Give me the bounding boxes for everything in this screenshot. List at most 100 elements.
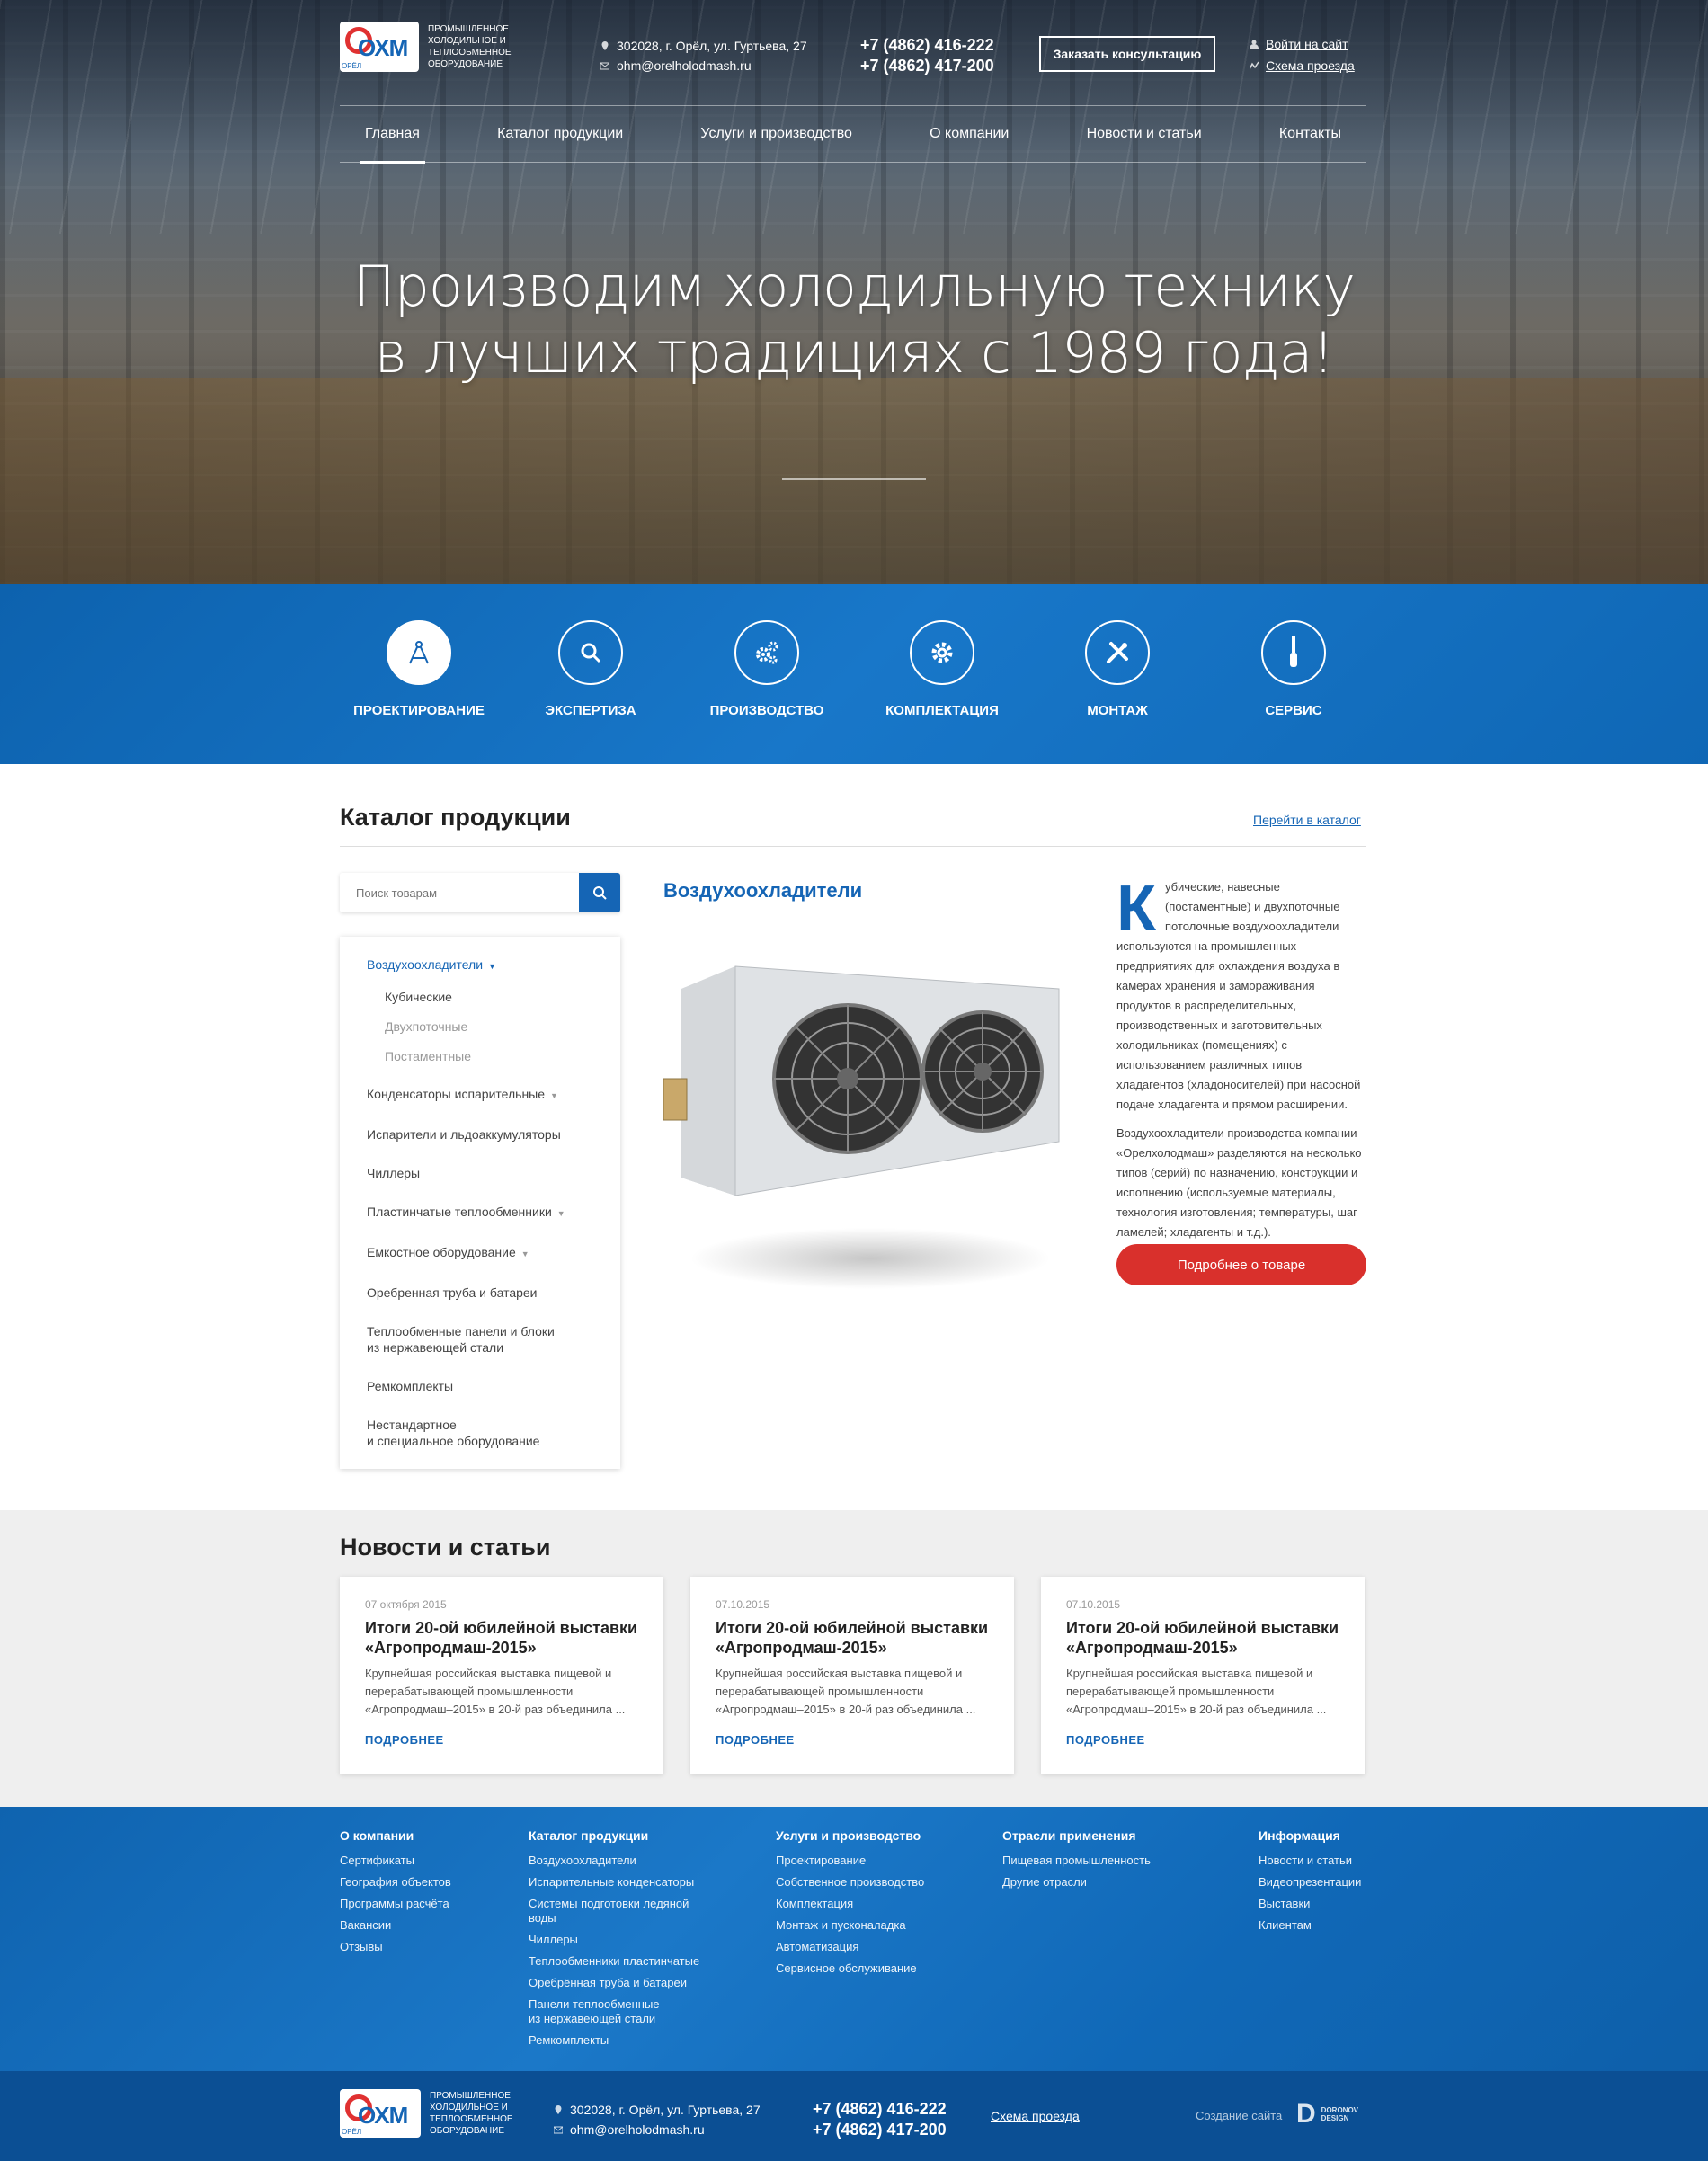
footer-link[interactable]: Монтаж и пусконаладка (776, 1918, 974, 1933)
search-button[interactable] (579, 873, 620, 912)
service-design[interactable]: Проектирование (342, 620, 495, 718)
designer-logo[interactable]: D DORONOV DESIGN (1296, 2101, 1358, 2128)
news-more-link[interactable]: ПОДРОБНЕЕ (716, 1733, 989, 1747)
nav-item-contacts[interactable]: Контакты (1279, 105, 1341, 163)
footer-link[interactable]: Теплообменники пластинчатые (529, 1954, 717, 1969)
sidebar-item-plate-exchangers[interactable]: Пластинчатые теплообменники ▼ (367, 1204, 620, 1222)
compass-icon (387, 620, 451, 685)
footer-link[interactable]: Испарительные конденсаторы (529, 1875, 717, 1890)
sidebar-item-finned-pipe[interactable]: Оребренная труба и батареи (367, 1285, 620, 1301)
footer-scheme-link[interactable]: Схема проезда (991, 2109, 1080, 2123)
footer-link[interactable]: Новости и статьи (1259, 1854, 1375, 1868)
news-headline[interactable]: Итоги 20-ой юбилейной выставки «Агропрод… (365, 1618, 638, 1658)
footer-link[interactable]: Программы расчёта (340, 1897, 502, 1911)
sidebar-item-air-coolers[interactable]: Воздухоохладители ▼ (367, 956, 620, 974)
news-card[interactable]: 07.10.2015 Итоги 20-ой юбилейной выставк… (1041, 1577, 1365, 1774)
footer-col-info: Информация Новости и статьи Видеопрезент… (1259, 1828, 1375, 1940)
footer-phones: +7 (4862) 416-222 +7 (4862) 417-200 (813, 2099, 947, 2140)
hero-title-line1: Производим холодильную технику (352, 253, 1356, 319)
sidebar-item-label: Конденсаторы испарительные (367, 1087, 546, 1101)
logo-mark: ОХМ ОРЁЛ (340, 22, 419, 72)
news-more-link[interactable]: ПОДРОБНЕЕ (1066, 1733, 1339, 1747)
footer-link[interactable]: Ремкомплекты (529, 2033, 717, 2048)
nav-item-news[interactable]: Новости и статьи (1087, 105, 1202, 163)
product-details-button[interactable]: Подробнее о товаре (1116, 1244, 1366, 1285)
footer-col-title: Отрасли применения (1002, 1828, 1136, 1843)
footer-link[interactable]: Клиентам (1259, 1918, 1375, 1933)
footer-email-link[interactable]: ohm@orelholodmash.ru (570, 2120, 705, 2139)
logo[interactable]: ОХМ ОРЁЛ Промышленное холодильное и тепл… (340, 22, 518, 72)
sidebar-item-condensers[interactable]: Конденсаторы испарительные ▼ (367, 1086, 620, 1104)
news-card[interactable]: 07 октября 2015 Итоги 20-ой юбилейной вы… (340, 1577, 663, 1774)
news-headline[interactable]: Итоги 20-ой юбилейной выставки «Агропрод… (1066, 1618, 1339, 1658)
login-link[interactable]: Войти на сайт (1266, 33, 1348, 55)
sidebar-item-panels[interactable]: Теплообменные панели и блоки из нержавеющ… (367, 1323, 620, 1356)
nav-item-services[interactable]: Услуги и производство (700, 105, 852, 163)
location-icon (555, 2105, 562, 2114)
footer-link[interactable]: Сервисное обслуживание (776, 1961, 974, 1976)
footer-link[interactable]: Проектирование (776, 1854, 974, 1868)
map-icon (1250, 61, 1259, 70)
footer-link[interactable]: Сертификаты (340, 1854, 502, 1868)
news-headline[interactable]: Итоги 20-ой юбилейной выставки «Агропрод… (716, 1618, 989, 1658)
sidebar-item-repair-kits[interactable]: Ремкомплекты (367, 1378, 620, 1394)
sidebar-item-custom[interactable]: Нестандартное и специальное оборудование (367, 1417, 620, 1449)
footer-link[interactable]: Воздухоохладители (529, 1854, 717, 1868)
service-production[interactable]: Производство (690, 620, 843, 718)
footer-phone-2[interactable]: +7 (4862) 417-200 (813, 2120, 947, 2140)
sidebar-item-chillers[interactable]: Чиллеры (367, 1165, 620, 1181)
footer-col-industries: Отрасли применения Пищевая промышленност… (1002, 1828, 1200, 1897)
header-phone-2[interactable]: +7 (4862) 417-200 (860, 56, 994, 76)
description-paragraph-2: Воздухоохладители производства компании … (1116, 1126, 1362, 1239)
news-excerpt: Крупнейшая российская выставка пищевой и… (1066, 1667, 1327, 1716)
nav-item-catalog[interactable]: Каталог продукции (497, 105, 623, 163)
footer-link[interactable]: Панели теплообменные из нержавеющей стал… (529, 1997, 663, 2026)
footer-link[interactable]: География объектов (340, 1875, 502, 1890)
header-address: 302028, г. Орёл, ул. Гуртьева, 27 (617, 39, 807, 53)
nav-item-home[interactable]: Главная (360, 105, 425, 164)
service-label: Проектирование (353, 703, 485, 718)
hero-floor (0, 378, 1708, 584)
sidebar-item-evaporators[interactable]: Испарители и льдоаккумуляторы (367, 1126, 620, 1143)
service-support[interactable]: Сервис (1217, 620, 1370, 718)
footer-link[interactable]: Отзывы (340, 1940, 502, 1954)
footer-link[interactable]: Автоматизация (776, 1940, 974, 1954)
footer-logo[interactable]: ОХМ ОРЁЛ Промышленное холодильное и тепл… (340, 2089, 520, 2138)
footer-link[interactable]: Комплектация (776, 1897, 974, 1911)
nav-item-about[interactable]: О компании (930, 105, 1009, 163)
footer-link[interactable]: Пищевая промышленность (1002, 1854, 1200, 1868)
sidebar-subitem-dual-flow[interactable]: Двухпоточные (385, 1018, 620, 1035)
footer-col-title: О компании (340, 1828, 414, 1843)
footer-link[interactable]: Системы подготовки ледяной воды (529, 1897, 699, 1925)
consult-button[interactable]: Заказать консультацию (1039, 36, 1215, 72)
sidebar-subitem-cubic[interactable]: Кубические (385, 989, 620, 1005)
sidebar-item-label: и специальное оборудование (367, 1434, 540, 1448)
product-search-input[interactable] (340, 873, 579, 912)
header-email-link[interactable]: ohm@orelholodmash.ru (617, 56, 752, 76)
service-expertise[interactable]: Экспертиза (514, 620, 667, 718)
hero-title-line2: в лучших традициях с 1989 года! (374, 320, 1335, 386)
footer-link[interactable]: Выставки (1259, 1897, 1375, 1911)
drop-cap: К (1116, 873, 1156, 945)
footer-link[interactable]: Оребрённая труба и батареи (529, 1976, 717, 1990)
mail-icon (600, 62, 609, 70)
footer-link[interactable]: Видеопрезентации (1259, 1875, 1375, 1890)
scheme-link[interactable]: Схема проезда (1266, 55, 1355, 76)
service-equipment[interactable]: Комплектация (866, 620, 1019, 718)
footer-link[interactable]: Собственное производство (776, 1875, 974, 1890)
location-icon (601, 41, 609, 50)
sidebar-subitem-pedestal[interactable]: Постаментные (385, 1048, 620, 1064)
header-phone-1[interactable]: +7 (4862) 416-222 (860, 35, 994, 56)
go-to-catalog-link[interactable]: Перейти в каталог (1253, 813, 1361, 827)
sidebar-item-label: Емкостное оборудование (367, 1245, 516, 1259)
footer-link[interactable]: Чиллеры (529, 1933, 717, 1947)
sidebar-item-tanks[interactable]: Емкостное оборудование ▼ (367, 1244, 620, 1262)
footer-link[interactable]: Вакансии (340, 1918, 502, 1933)
footer-link[interactable]: Другие отрасли (1002, 1875, 1200, 1890)
footer-phone-1[interactable]: +7 (4862) 416-222 (813, 2099, 947, 2120)
news-card[interactable]: 07.10.2015 Итоги 20-ой юбилейной выставк… (690, 1577, 1014, 1774)
header-contacts: 302028, г. Орёл, ул. Гуртьева, 27 ohm@or… (600, 36, 807, 76)
service-installation[interactable]: Монтаж (1041, 620, 1194, 718)
news-more-link[interactable]: ПОДРОБНЕЕ (365, 1733, 638, 1747)
mail-icon (554, 2126, 563, 2134)
